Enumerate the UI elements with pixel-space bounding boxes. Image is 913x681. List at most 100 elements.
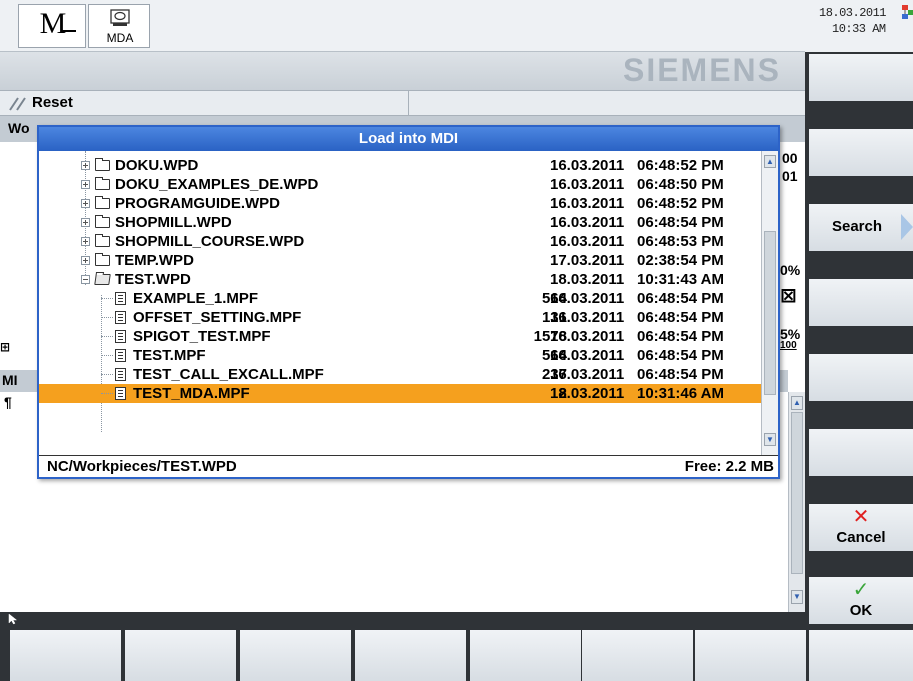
header-bar: M MDA bbox=[0, 0, 805, 52]
tree-row-file[interactable]: SPIGOT_TEST.MPF 1578 16.03.2011 06:48:54… bbox=[39, 327, 761, 346]
file-time: 06:48:52 PM bbox=[637, 157, 724, 174]
network-icon bbox=[902, 5, 913, 19]
file-name: TEST_CALL_EXCALL.MPF bbox=[133, 366, 324, 383]
scroll-down-icon[interactable]: ▼ bbox=[764, 433, 776, 446]
tree-line bbox=[101, 298, 113, 299]
file-time: 06:48:54 PM bbox=[637, 309, 724, 326]
folder-icon bbox=[95, 158, 110, 171]
file-date: 18.03.2011 bbox=[550, 385, 625, 402]
tree-row-folder[interactable]: PROGRAMGUIDE.WPD 16.03.2011 06:48:52 PM bbox=[39, 194, 761, 213]
vertical-softkey-1[interactable] bbox=[809, 54, 913, 101]
file-date: 16.03.2011 bbox=[550, 157, 625, 174]
background-percent-1: 0% bbox=[780, 262, 801, 278]
reset-status-label: Reset bbox=[32, 94, 73, 111]
horizontal-softkey-8[interactable] bbox=[809, 630, 913, 681]
tree-row-file[interactable]: TEST.MPF 564 16.03.2011 06:48:54 PM bbox=[39, 346, 761, 365]
file-name: TEST.WPD bbox=[115, 271, 191, 288]
program-scrollbar[interactable]: ▲ ▼ bbox=[788, 392, 805, 612]
reset-icon bbox=[9, 97, 26, 111]
file-date: 16.03.2011 bbox=[550, 176, 625, 193]
horizontal-softkey-5[interactable] bbox=[470, 630, 581, 681]
file-icon bbox=[115, 349, 126, 362]
horizontal-softkey-1[interactable] bbox=[10, 630, 121, 681]
file-date: 16.03.2011 bbox=[550, 366, 625, 383]
vertical-softkey-2[interactable] bbox=[809, 129, 913, 176]
file-date: 17.03.2011 bbox=[550, 252, 625, 269]
cancel-softkey[interactable]: ✕ Cancel bbox=[809, 504, 913, 551]
search-arrow-icon bbox=[901, 214, 913, 240]
horizontal-softkey-6[interactable] bbox=[582, 630, 693, 681]
vertical-softkey-5[interactable] bbox=[809, 354, 913, 401]
operating-mode-icon: M bbox=[19, 7, 87, 41]
tree-row-file[interactable]: TEST_CALL_EXCALL.MPF 237 16.03.2011 06:4… bbox=[39, 365, 761, 384]
horizontal-softkey-7[interactable] bbox=[695, 630, 806, 681]
mda-icon bbox=[110, 9, 130, 26]
ok-check-icon: ✓ bbox=[852, 579, 870, 601]
background-value-100: 100 bbox=[780, 340, 797, 351]
horizontal-softkey-3[interactable] bbox=[240, 630, 351, 681]
feed-disable-icon: ⊠ bbox=[780, 285, 797, 307]
date-text: 18.03.2011 bbox=[819, 6, 887, 20]
date-time-area: 18.03.2011 10:33 AM bbox=[805, 0, 913, 52]
file-tree[interactable]: DOKU.WPD 16.03.2011 06:48:52 PM DOKU_EXA… bbox=[39, 151, 761, 455]
expand-icon[interactable] bbox=[81, 161, 90, 170]
file-icon bbox=[115, 330, 126, 343]
horizontal-softkey-4[interactable] bbox=[355, 630, 466, 681]
scroll-up-icon[interactable]: ▲ bbox=[791, 396, 803, 410]
collapse-icon[interactable] bbox=[81, 275, 90, 284]
file-time: 06:48:54 PM bbox=[637, 366, 724, 383]
current-path: NC/Workpieces/TEST.WPD bbox=[47, 458, 237, 475]
mda-mode-indicator[interactable]: MDA bbox=[88, 4, 150, 48]
file-icon bbox=[115, 368, 126, 381]
divider bbox=[408, 91, 409, 117]
tree-row-file[interactable]: OFFSET_SETTING.MPF 131 16.03.2011 06:48:… bbox=[39, 308, 761, 327]
tree-line bbox=[101, 393, 113, 394]
search-softkey[interactable]: Search bbox=[809, 204, 913, 251]
cancel-softkey-label: Cancel bbox=[836, 529, 886, 546]
file-name: TEST.MPF bbox=[133, 347, 206, 364]
tree-row-file-selected[interactable]: TEST_MDA.MPF 2 18.03.2011 10:31:46 AM bbox=[39, 384, 761, 403]
ok-softkey[interactable]: ✓ OK bbox=[809, 577, 913, 624]
scroll-thumb[interactable] bbox=[791, 412, 803, 574]
cursor-icon bbox=[8, 613, 18, 625]
expand-icon[interactable] bbox=[81, 218, 90, 227]
file-name: SHOPMILL.WPD bbox=[115, 214, 232, 231]
tree-row-folder[interactable]: DOKU.WPD 16.03.2011 06:48:52 PM bbox=[39, 156, 761, 175]
vertical-softkey-4[interactable] bbox=[809, 279, 913, 326]
scroll-up-icon[interactable]: ▲ bbox=[764, 155, 776, 168]
mda-label: MDA bbox=[106, 31, 134, 45]
expand-icon[interactable] bbox=[81, 237, 90, 246]
file-time: 06:48:54 PM bbox=[637, 347, 724, 364]
expand-icon[interactable] bbox=[81, 199, 90, 208]
tree-row-folder[interactable]: SHOPMILL.WPD 16.03.2011 06:48:54 PM bbox=[39, 213, 761, 232]
expand-icon[interactable] bbox=[81, 256, 90, 265]
file-time: 06:48:52 PM bbox=[637, 195, 724, 212]
file-time: 06:48:54 PM bbox=[637, 328, 724, 345]
dialog-scrollbar[interactable]: ▲ ▼ bbox=[761, 151, 778, 455]
file-name: TEST_MDA.MPF bbox=[133, 385, 250, 402]
scroll-down-icon[interactable]: ▼ bbox=[791, 590, 803, 604]
tree-row-folder[interactable]: TEMP.WPD 17.03.2011 02:38:54 PM bbox=[39, 251, 761, 270]
file-date: 16.03.2011 bbox=[550, 290, 625, 307]
expand-icon[interactable] bbox=[81, 180, 90, 189]
tree-row-folder-open[interactable]: TEST.WPD 18.03.2011 10:31:43 AM bbox=[39, 270, 761, 289]
dialog-title: Load into MDI bbox=[39, 127, 778, 151]
free-space: Free: 2.2 MB bbox=[684, 458, 774, 475]
scroll-thumb[interactable] bbox=[764, 231, 776, 395]
file-name: SPIGOT_TEST.MPF bbox=[133, 328, 271, 345]
vertical-softkey-6[interactable] bbox=[809, 429, 913, 476]
folder-icon bbox=[95, 234, 110, 247]
tree-line bbox=[101, 355, 113, 356]
operating-area-button[interactable]: M bbox=[18, 4, 86, 48]
vendor-bar: SIEMENS bbox=[0, 52, 805, 90]
file-name: DOKU.WPD bbox=[115, 157, 199, 174]
folder-icon bbox=[95, 215, 110, 228]
file-name: SHOPMILL_COURSE.WPD bbox=[115, 233, 305, 250]
tree-row-folder[interactable]: SHOPMILL_COURSE.WPD 16.03.2011 06:48:53 … bbox=[39, 232, 761, 251]
tree-row-file[interactable]: EXAMPLE_1.MPF 564 16.03.2011 06:48:54 PM bbox=[39, 289, 761, 308]
tree-row-folder[interactable]: DOKU_EXAMPLES_DE.WPD 16.03.2011 06:48:50… bbox=[39, 175, 761, 194]
paragraph-marker: ¶ bbox=[4, 394, 12, 410]
horizontal-softkey-2[interactable] bbox=[125, 630, 236, 681]
file-name: PROGRAMGUIDE.WPD bbox=[115, 195, 280, 212]
file-name: OFFSET_SETTING.MPF bbox=[133, 309, 302, 326]
